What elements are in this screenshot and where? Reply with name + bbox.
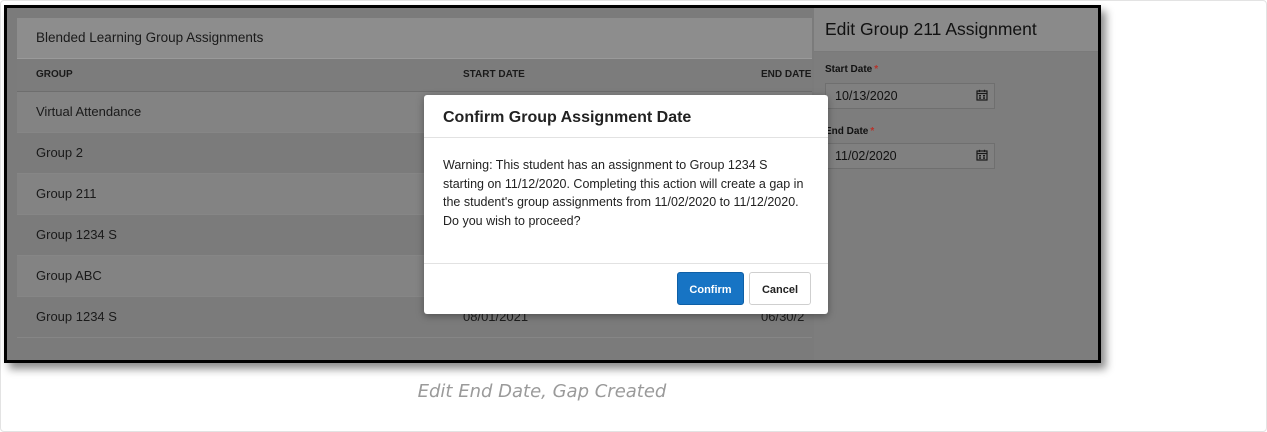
end-date-value: 11/02/2020	[835, 149, 897, 163]
column-header-end-date[interactable]: END DATE	[761, 59, 811, 91]
app-screenshot: Blended Learning Group Assignments GROUP…	[4, 5, 1101, 363]
edit-panel-title: Edit Group 211 Assignment	[814, 8, 1098, 52]
start-date-input[interactable]: 10/13/2020	[825, 83, 995, 109]
figure-caption: Edit End Date, Gap Created	[417, 381, 667, 402]
calendar-icon[interactable]	[976, 89, 988, 101]
confirm-button[interactable]: Confirm	[677, 272, 744, 305]
group-name: Group 1234 S	[36, 309, 117, 324]
group-name: Group 2	[36, 145, 83, 160]
cancel-button[interactable]: Cancel	[749, 272, 811, 305]
end-date-label: End Date *	[825, 126, 874, 137]
dialog-title: Confirm Group Assignment Date	[424, 95, 828, 138]
edit-assignment-panel: Edit Group 211 Assignment Start Date * 10…	[814, 8, 1098, 360]
figure-frame: Blended Learning Group Assignments GROUP…	[0, 0, 1267, 432]
start-date-value: 10/13/2020	[835, 89, 898, 103]
dialog-message: Warning: This student has an assignment …	[424, 138, 828, 264]
group-name: Group ABC	[36, 268, 102, 283]
column-header-group[interactable]: GROUP	[36, 59, 73, 91]
end-date-label-text: End Date	[825, 126, 869, 137]
required-asterisk: *	[870, 126, 875, 137]
confirm-dialog: Confirm Group Assignment Date Warning: T…	[424, 95, 828, 314]
dialog-footer: Confirm Cancel	[424, 262, 828, 314]
group-name: Virtual Attendance	[36, 104, 142, 119]
end-date-input[interactable]: 11/02/2020	[825, 143, 995, 169]
group-name: Group 1234 S	[36, 227, 117, 242]
column-header-start-date[interactable]: START DATE	[463, 59, 525, 91]
calendar-icon[interactable]	[976, 149, 988, 161]
group-name: Group 211	[36, 186, 97, 201]
start-date-label: Start Date *	[825, 64, 878, 75]
required-asterisk: *	[874, 64, 879, 75]
panel-title: Blended Learning Group Assignments	[17, 18, 812, 59]
start-date-label-text: Start Date	[825, 64, 873, 75]
table-header: GROUP START DATE END DATE	[17, 59, 812, 92]
